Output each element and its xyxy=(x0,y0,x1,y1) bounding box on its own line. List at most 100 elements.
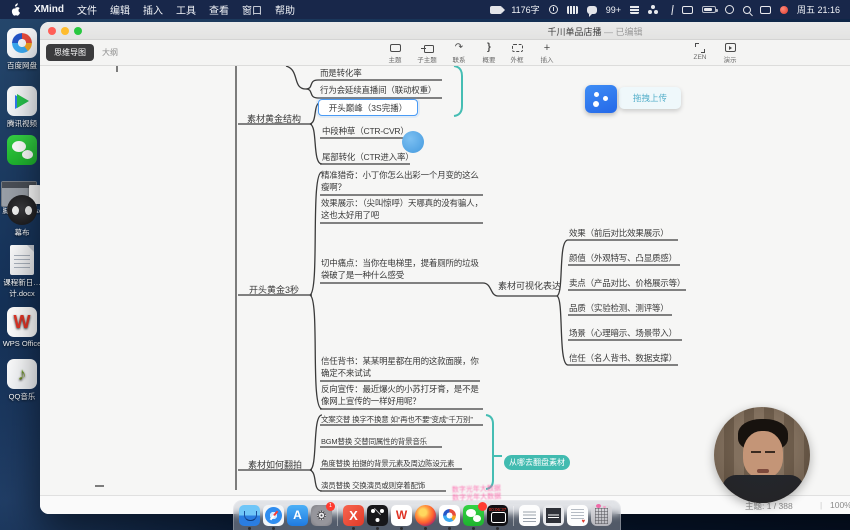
tab-outline[interactable]: 大纲 xyxy=(102,47,118,58)
topic-copy-swap[interactable]: 文案交替 换字不换意 如“再也不要”变成“千万别” xyxy=(321,414,473,426)
upload-widget[interactable]: 拖拽上传 xyxy=(585,85,681,113)
clock-status-icon[interactable] xyxy=(549,5,558,14)
topic-vis-trust[interactable]: 信任（名人背书、数据支撑） xyxy=(569,353,679,365)
desktop-icon-wps[interactable]: WPS Office xyxy=(0,307,44,348)
menu-window[interactable]: 窗口 xyxy=(242,2,262,17)
spotlight-search-icon[interactable] xyxy=(743,6,751,14)
topic-vis-looks[interactable]: 颜值（外观特写、凸显质感） xyxy=(569,253,681,265)
window-title: 千川单品店播 — 已编辑 xyxy=(40,25,850,38)
topic-effect-show[interactable]: 效果展示：（尖叫惊呼）天哪真的没有骗人，这也太好用了吧 xyxy=(321,198,484,221)
desktop-icon-wechat[interactable] xyxy=(0,135,44,167)
topic-visual-expression[interactable]: 素材可视化表达 xyxy=(498,279,561,292)
desktop-icon-mubu[interactable]: 幕布 xyxy=(0,195,44,238)
menu-help[interactable]: 帮助 xyxy=(275,2,295,17)
subtopic-button[interactable]: 子主题 xyxy=(412,42,442,64)
dock-finder-icon[interactable] xyxy=(239,505,260,526)
window-toolbar: 思维导图 大纲 主题 子主题 ↷ 联系 } 概要 外框 xyxy=(40,40,850,66)
topic-angle-swap[interactable]: 角度替换 拍摄的背景元素及周边陈设元素 xyxy=(321,458,454,470)
menu-view[interactable]: 查看 xyxy=(209,2,229,17)
docx-icon xyxy=(10,245,34,275)
chat-status-icon[interactable] xyxy=(587,6,597,14)
dock-jianying-icon[interactable] xyxy=(367,505,388,526)
topic-how-to-remake[interactable]: 素材如何翻拍 xyxy=(248,458,302,471)
dock-screen-recorder-icon[interactable]: 00:06:37 xyxy=(487,505,508,526)
topic-opening-peak-selected[interactable]: 开头巅峰（3S完播） xyxy=(318,99,418,116)
topic-vis-quality[interactable]: 品质（实验检测、测评等） xyxy=(569,303,673,315)
apple-logo-icon[interactable] xyxy=(10,3,21,16)
share-nodes-status-icon[interactable] xyxy=(648,5,658,14)
desktop-icon-label: WPS Office xyxy=(0,339,44,348)
topic-vis-selling-point[interactable]: 卖点（产品对比、价格展示等） xyxy=(569,278,687,290)
topic-bgm-swap[interactable]: BGM替换 交替同属性的背景音乐 xyxy=(321,436,427,448)
relationship-icon: ↷ xyxy=(444,42,474,53)
desktop-icon-qq-music[interactable]: QQ音乐 xyxy=(0,359,44,402)
user-status-icon[interactable] xyxy=(725,5,734,14)
presenter-eyebrows xyxy=(751,451,761,453)
dock-wps-icon[interactable] xyxy=(391,505,412,526)
desktop-icon-baidu-netdisk[interactable]: 百度网盘 xyxy=(0,28,44,71)
topic-actor-swap[interactable]: 演员替换 交换演员或则穿着配饰 xyxy=(321,480,425,492)
topic-reverse-promo[interactable]: 反向宣传：最近爆火的小苏打牙膏，是不是像网上宣传的一样好用呢？ xyxy=(321,384,484,407)
window-titlebar[interactable]: 千川单品店播 — 已编辑 xyxy=(40,22,850,40)
topic-tail-conversion[interactable]: 尾部转化（CTR进入率） xyxy=(322,152,432,164)
word-count-status[interactable]: 1176字 xyxy=(511,3,539,16)
summary-icon: } xyxy=(474,42,504,53)
desktop-icon-course-docx[interactable]: 课程新日…计.docx xyxy=(0,245,44,299)
ime-status-icon[interactable] xyxy=(630,5,639,14)
topic-material-golden-structure[interactable]: 素材黄金结构 xyxy=(247,112,301,125)
dock-preview-icon[interactable] xyxy=(543,505,564,526)
record-status-icon[interactable] xyxy=(780,6,788,14)
dock-separator xyxy=(513,506,514,526)
desktop-icon-label: QQ音乐 xyxy=(0,391,44,402)
screen-mirroring-status-icon[interactable] xyxy=(682,6,693,14)
topic-golden-3-seconds[interactable]: 开头黄金3秒 xyxy=(249,283,299,296)
bluetooth-status-icon[interactable] xyxy=(666,5,673,15)
boundary-button[interactable]: 外框 xyxy=(502,42,532,64)
zoom-level[interactable]: 100% xyxy=(830,500,850,510)
menu-tools[interactable]: 工具 xyxy=(176,2,196,17)
dock-document-icon[interactable] xyxy=(519,505,540,526)
topic-pain-point[interactable]: 切中痛点：当你在电梯里，提着厕所的垃圾袋破了是一种什么感受 xyxy=(321,258,484,281)
display-status-icon[interactable] xyxy=(760,6,771,14)
webcam-overlay[interactable] xyxy=(714,407,810,503)
dock-firefox-icon[interactable] xyxy=(415,505,436,526)
tab-mindmap[interactable]: 思维导图 xyxy=(46,44,94,61)
present-button[interactable]: 演示 xyxy=(715,42,745,64)
topic-vis-scene[interactable]: 场景（心理暗示、场景带入） xyxy=(569,328,683,340)
dock-baidu-netdisk-icon[interactable] xyxy=(439,505,460,526)
dock-notes-icon[interactable] xyxy=(567,505,588,526)
drag-handle-dot[interactable] xyxy=(402,131,424,153)
menu-edit[interactable]: 编辑 xyxy=(110,2,130,17)
dock-safari-icon[interactable] xyxy=(263,505,284,526)
dock-app-store-icon[interactable] xyxy=(287,505,308,526)
topic-button[interactable]: 主题 xyxy=(380,42,410,64)
menubar-datetime[interactable]: 周五 21:16 xyxy=(797,3,840,16)
wps-icon xyxy=(7,307,37,337)
topic-vis-effect[interactable]: 效果（前后对比效果展示） xyxy=(569,228,681,240)
presenter-shoulders xyxy=(722,475,804,503)
presenter-face xyxy=(743,431,783,478)
keyboard-status-icon[interactable] xyxy=(567,6,578,14)
zen-mode-button[interactable]: ZEN xyxy=(685,42,715,61)
topic-trust-endorsement[interactable]: 信任背书：某某明星都在用的这款面膜，你确定不来试试 xyxy=(321,356,484,379)
dock-wechat-icon[interactable] xyxy=(463,505,484,526)
menubar-app-name[interactable]: XMind xyxy=(34,4,64,15)
dock-xmind-icon[interactable] xyxy=(343,505,364,526)
upload-widget-label[interactable]: 拖拽上传 xyxy=(619,87,681,109)
menu-insert[interactable]: 插入 xyxy=(143,2,163,17)
desktop-icon-tencent-video[interactable]: 腾讯视频 xyxy=(0,86,44,129)
battery-status-icon[interactable] xyxy=(702,6,716,13)
topic-curiosity-hook[interactable]: 精准猎奇：小丁你怎么出彩一个月变的这么瘦啊？ xyxy=(321,170,484,193)
topic-top-2[interactable]: 行为会延续直播间（联动权重） xyxy=(320,85,480,97)
summary-tag-where-to-find-material[interactable]: 从哪去翻盘素材 xyxy=(504,455,570,470)
summary-button[interactable]: } 概要 xyxy=(474,42,504,64)
share-nodes-icon[interactable] xyxy=(585,85,617,113)
topic-top-1[interactable]: 而是转化率 xyxy=(320,68,480,80)
menu-bar: XMind 文件 编辑 插入 工具 查看 窗口 帮助 1176字 99+ 周五 xyxy=(0,0,850,19)
relationship-button[interactable]: ↷ 联系 xyxy=(444,42,474,64)
menu-file[interactable]: 文件 xyxy=(77,2,97,17)
dock-settings-icon[interactable]: 1 xyxy=(311,505,332,526)
camera-status-icon[interactable] xyxy=(490,6,502,14)
insert-button[interactable]: + 插入 xyxy=(532,42,562,64)
dock-trash-icon[interactable] xyxy=(591,505,612,526)
